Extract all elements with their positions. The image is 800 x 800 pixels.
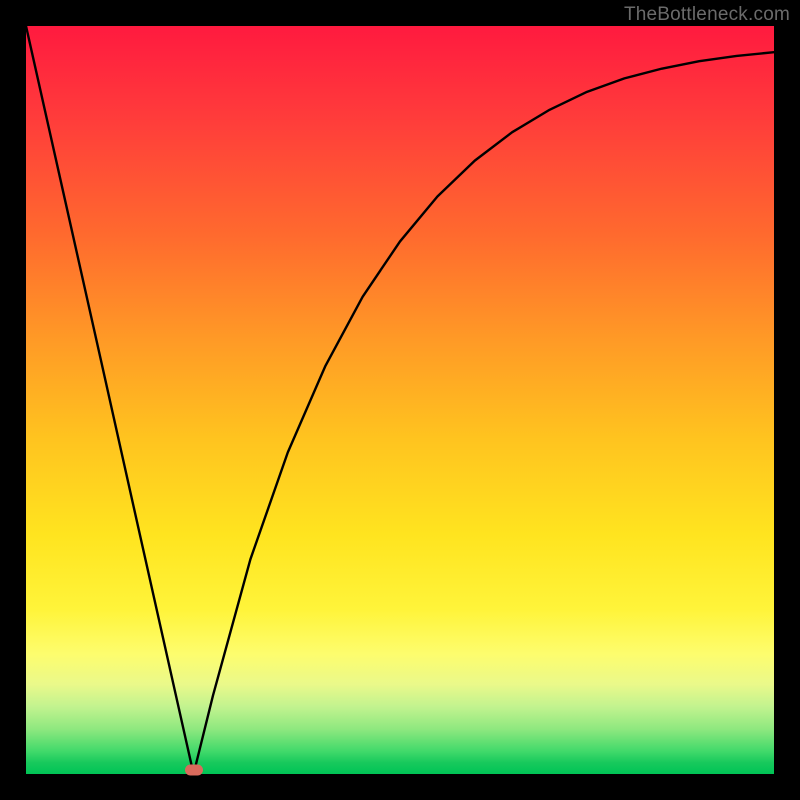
chart-frame: TheBottleneck.com xyxy=(0,0,800,800)
curve-layer xyxy=(26,26,774,774)
plot-area xyxy=(26,26,774,774)
optimum-marker xyxy=(185,765,203,776)
bottleneck-curve xyxy=(26,26,774,774)
watermark-text: TheBottleneck.com xyxy=(624,4,790,26)
